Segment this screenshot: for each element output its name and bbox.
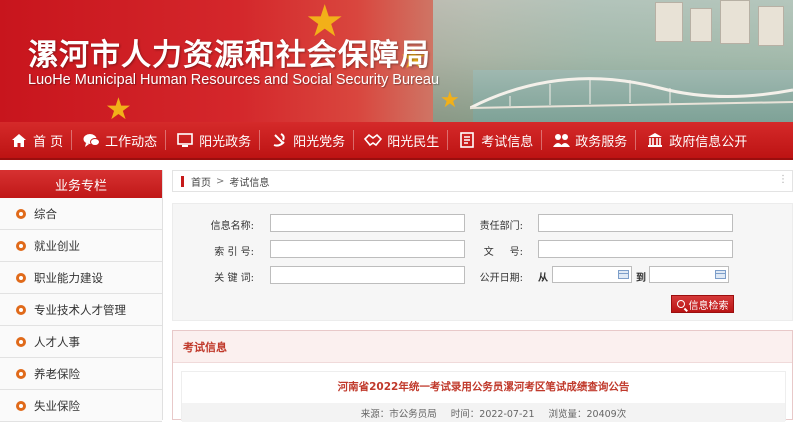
banner-building <box>720 0 750 44</box>
calendar-icon[interactable] <box>715 270 726 279</box>
date-from-label: 从 <box>538 273 548 284</box>
sidebar-title: 业务专栏 <box>0 170 162 198</box>
sidebar-item-label: 职业能力建设 <box>34 270 103 285</box>
date-from-input[interactable] <box>552 266 632 283</box>
bullet-icon <box>16 208 26 219</box>
sidebar-item-unemployment-insurance[interactable]: 失业保险 <box>0 390 162 422</box>
bullet-icon <box>16 336 26 347</box>
sidebar-item-professional-talent[interactable]: 专业技术人才管理 <box>0 294 162 326</box>
site-subtitle: LuoHe Municipal Human Resources and Soci… <box>28 72 440 88</box>
bullet-icon <box>16 304 26 315</box>
dept-label: 责任部门: <box>479 221 523 232</box>
sidebar-item-label: 综合 <box>34 206 57 221</box>
business-column-sidebar: 业务专栏 综合 就业创业 职业能力建设 专业技术人才管理 人才人事 养老保险 失… <box>0 170 163 422</box>
nav-item-home[interactable]: 首 页 <box>0 121 71 159</box>
banner-building <box>655 2 683 42</box>
article-time: 时间：2022-07-21 <box>450 408 535 420</box>
bullet-icon <box>16 272 26 283</box>
article-meta: 来源：市公务员局 时间：2022-07-21 浏览量：20409次 <box>182 403 785 422</box>
calendar-icon[interactable] <box>618 270 629 279</box>
breadcrumb: 首页 > 考试信息 ⋮ <box>172 170 793 192</box>
nav-item-sunshine-party[interactable]: 阳光党务 <box>260 121 353 159</box>
article-title[interactable]: 河南省2022年统一考试录用公务员漯河考区笔试成绩查询公告 <box>182 379 785 394</box>
info-name-input[interactable] <box>270 214 465 232</box>
banner-bridge <box>470 77 793 110</box>
breadcrumb-home-link[interactable]: 首页 <box>191 174 211 189</box>
nav-item-sunshine-gov[interactable]: 阳光政务 <box>166 121 259 159</box>
site-banner: ★ ★ ★ ★ 漯河市人力资源和社会保障局 LuoHe Municipal Hu… <box>0 0 793 122</box>
bullet-icon <box>16 240 26 251</box>
keyword-label: 关 键 词: <box>214 273 254 284</box>
nav-label: 工作动态 <box>105 134 158 150</box>
sidebar-item-talent-personnel[interactable]: 人才人事 <box>0 326 162 358</box>
chat-icon <box>82 131 100 149</box>
star-icon: ★ <box>105 92 132 123</box>
nav-item-sunshine-livelihood[interactable]: 阳光民生 <box>354 121 447 159</box>
people-icon <box>552 131 570 149</box>
info-search-button[interactable]: 信息检索 <box>671 295 734 313</box>
site-title: 漯河市人力资源和社会保障局 <box>28 38 431 73</box>
search-icon <box>676 300 685 308</box>
nav-label: 首 页 <box>33 134 64 150</box>
breadcrumb-current: 考试信息 <box>229 177 270 189</box>
nav-label: 阳光民生 <box>387 134 440 150</box>
sidebar-item-label: 失业保险 <box>34 398 80 413</box>
nav-item-gov-service[interactable]: 政务服务 <box>542 121 635 159</box>
sidebar-item-vocational-skills[interactable]: 职业能力建设 <box>0 262 162 294</box>
info-name-label: 信息名称: <box>210 221 254 232</box>
exam-section-title: 考试信息 <box>173 331 792 363</box>
doc-no-label: 文 号: <box>483 247 523 258</box>
bullet-icon <box>16 400 26 411</box>
star-icon: ★ <box>440 88 460 113</box>
date-to-input[interactable] <box>649 266 729 283</box>
nav-item-exam-info[interactable]: 考试信息 <box>448 121 541 159</box>
building-icon <box>646 131 664 149</box>
article-source: 来源：市公务员局 <box>360 408 437 420</box>
banner-building <box>758 6 784 46</box>
article-views: 浏览量：20409次 <box>548 408 627 420</box>
document-icon <box>458 131 476 149</box>
sidebar-item-label: 人才人事 <box>34 334 80 349</box>
publish-date-label: 公开日期: <box>479 273 523 284</box>
monitor-icon <box>176 131 194 149</box>
sidebar-item-label: 专业技术人才管理 <box>34 302 126 317</box>
nav-label: 政务服务 <box>575 134 628 150</box>
sidebar-item-pension-insurance[interactable]: 养老保险 <box>0 358 162 390</box>
breadcrumb-marker <box>181 175 184 187</box>
doc-no-input[interactable] <box>538 240 733 258</box>
handshake-icon <box>364 131 383 149</box>
nav-label: 阳光政务 <box>199 134 252 150</box>
nav-item-work-news[interactable]: 工作动态 <box>72 121 165 159</box>
article-card: 河南省2022年统一考试录用公务员漯河考区笔试成绩查询公告 来源：市公务员局 时… <box>181 371 786 422</box>
sidebar-item-label: 养老保险 <box>34 366 80 381</box>
nav-label: 政府信息公开 <box>669 134 748 150</box>
party-emblem-icon <box>270 131 288 149</box>
breadcrumb-separator: > <box>216 175 225 187</box>
banner-building <box>690 8 712 42</box>
corner-mark-icon: ⋮ <box>778 174 788 185</box>
search-button-label: 信息检索 <box>688 300 729 312</box>
index-no-input[interactable] <box>270 240 465 258</box>
nav-item-gov-info-disclosure[interactable]: 政府信息公开 <box>636 121 755 159</box>
sidebar-item-label: 就业创业 <box>34 238 80 253</box>
keyword-input[interactable] <box>270 266 465 284</box>
nav-label: 考试信息 <box>481 134 534 150</box>
main-nav: 首 页 工作动态 阳光政务 阳光党务 阳光民生 考试信息 政务服务 政府信息公开 <box>0 122 793 160</box>
exam-info-section: 考试信息 河南省2022年统一考试录用公务员漯河考区笔试成绩查询公告 来源：市公… <box>172 330 793 422</box>
home-icon <box>10 131 28 149</box>
date-to-label: 到 <box>636 273 646 284</box>
nav-label: 阳光党务 <box>293 134 346 150</box>
sidebar-item-general[interactable]: 综合 <box>0 198 162 230</box>
sidebar-item-employment[interactable]: 就业创业 <box>0 230 162 262</box>
index-no-label: 索 引 号: <box>214 247 254 258</box>
dept-input[interactable] <box>538 214 733 232</box>
bullet-icon <box>16 368 26 379</box>
